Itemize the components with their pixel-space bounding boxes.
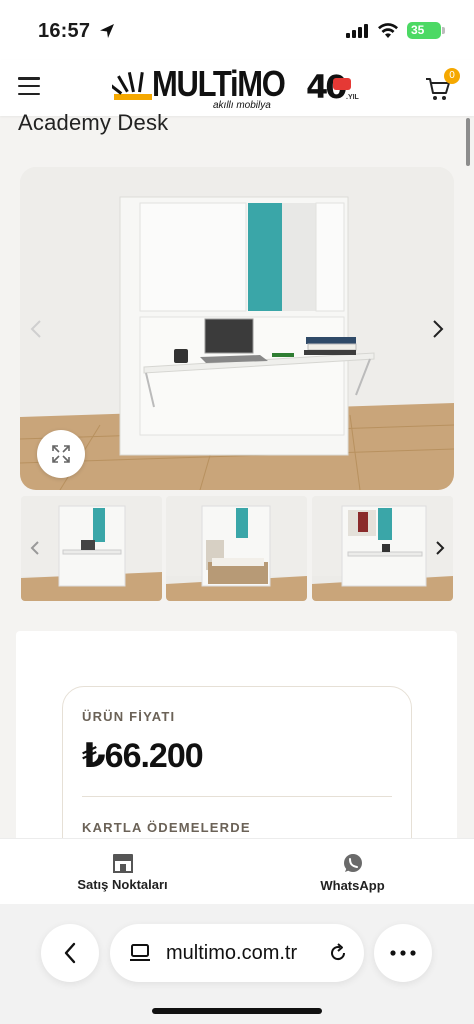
battery-tip — [442, 27, 445, 34]
thumbnail-3[interactable] — [312, 496, 453, 601]
status-time: 16:57 — [38, 20, 91, 42]
browser-back-button[interactable] — [41, 924, 99, 982]
logo-wordmark: MULTiMO — [152, 63, 286, 104]
cart-count-badge: 0 — [444, 68, 460, 84]
address-bar[interactable]: multimo.com.tr — [110, 924, 364, 982]
logo-burst-icon — [112, 72, 152, 100]
thumbnail-1[interactable] — [21, 496, 162, 601]
stores-button[interactable]: Satış Noktaları — [4, 839, 241, 905]
page-scrollbar[interactable] — [466, 118, 470, 166]
thumbs-next-arrow-icon[interactable] — [428, 536, 452, 560]
price-label: ÜRÜN FİYATI — [82, 709, 176, 724]
whatsapp-label: WhatsApp — [320, 877, 385, 893]
fullscreen-zoom-button[interactable] — [37, 430, 85, 478]
card-payment-label: KARTLA ÖDEMELERDE — [82, 820, 251, 835]
gallery-prev-arrow-icon[interactable] — [24, 317, 48, 341]
logo-tagline: akıllı mobilya — [213, 100, 271, 111]
page-menu-icon — [130, 944, 150, 961]
gallery-next-arrow-icon[interactable] — [426, 317, 450, 341]
thumbnail-2[interactable] — [166, 496, 307, 601]
expand-icon — [52, 445, 70, 463]
price-divider — [82, 796, 392, 797]
store-icon — [112, 853, 133, 873]
whatsapp-button[interactable]: WhatsApp — [234, 839, 471, 905]
main-product-image[interactable] — [20, 167, 454, 490]
battery-indicator: 35 — [407, 22, 441, 39]
menu-icon[interactable] — [18, 77, 40, 95]
back-chevron-icon — [64, 942, 76, 964]
murphy-desk-illustration — [20, 167, 454, 490]
bottom-action-bar: Satış Noktaları WhatsApp — [0, 838, 474, 904]
price-value: ₺66.200 — [82, 737, 204, 775]
stores-label: Satış Noktaları — [77, 876, 168, 892]
anniversary-badge: 40 .YIL — [306, 68, 362, 108]
home-indicator — [152, 1008, 322, 1014]
more-dots-icon — [390, 950, 416, 956]
cellular-signal-icon — [346, 24, 368, 38]
anniversary-ribbon-icon — [333, 78, 351, 90]
reload-icon[interactable] — [328, 943, 348, 963]
product-title: Academy Desk — [18, 110, 169, 135]
thumbnail-image — [166, 496, 307, 601]
site-header: MULTiMO akıllı mobilya 40 .YIL 0 — [0, 60, 474, 116]
url-text: multimo.com.tr — [166, 942, 298, 964]
anniversary-suffix: .YIL — [346, 94, 359, 101]
status-bar: 16:57 35 — [0, 0, 474, 60]
browser-more-button[interactable] — [374, 924, 432, 982]
location-arrow-icon — [100, 24, 114, 38]
thumbs-prev-arrow-icon[interactable] — [23, 536, 47, 560]
wifi-icon — [378, 23, 398, 38]
whatsapp-icon — [343, 853, 362, 872]
brand-logo[interactable]: MULTiMO akıllı mobilya — [112, 63, 286, 111]
